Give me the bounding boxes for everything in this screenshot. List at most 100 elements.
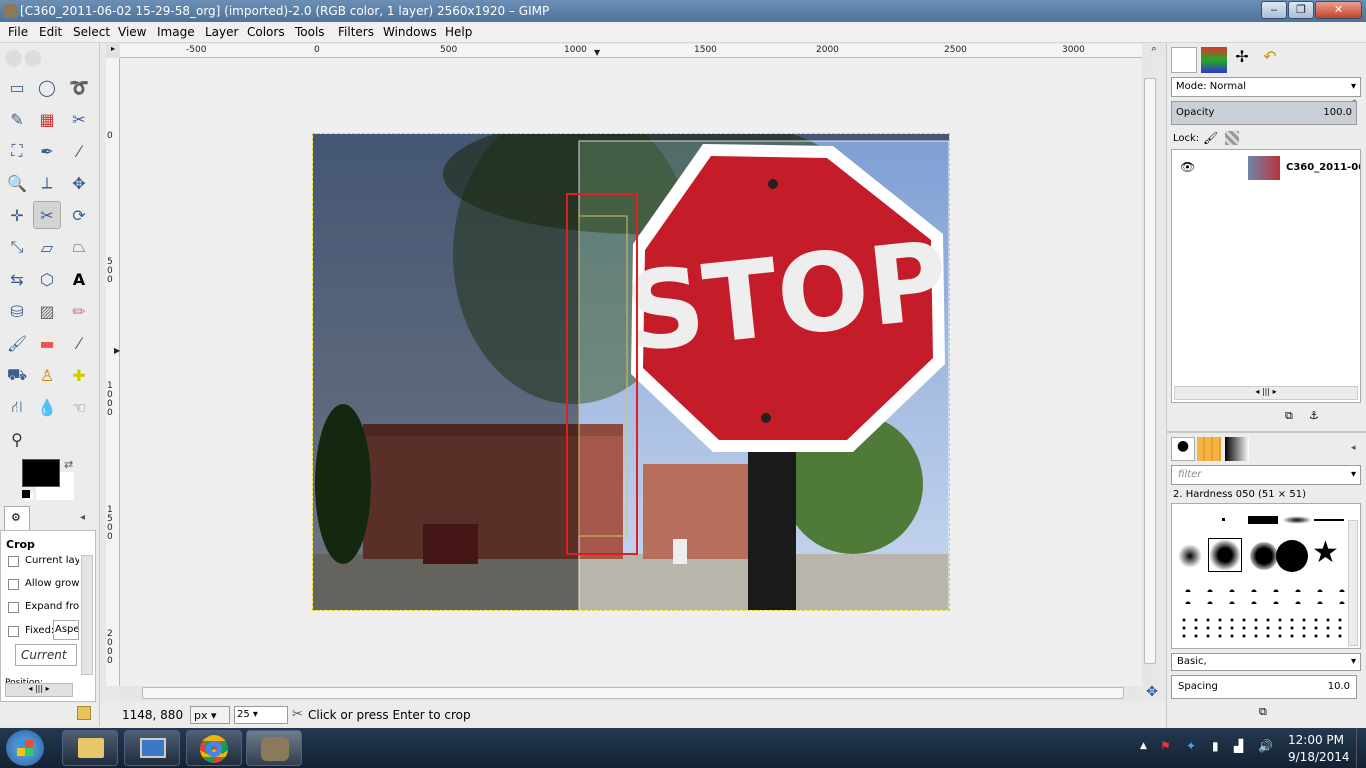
menu-layer[interactable]: Layer: [205, 25, 238, 39]
brush-swatch[interactable]: [1276, 540, 1308, 572]
layer-row[interactable]: 👁 C360_2011-06-(: [1172, 154, 1360, 182]
select-by-color-icon[interactable]: ▦: [33, 105, 61, 133]
pencil-icon[interactable]: ✏: [65, 297, 93, 325]
ellipse-select-icon[interactable]: ◯: [33, 73, 61, 101]
heal-icon[interactable]: ✚: [65, 361, 93, 389]
paths-tab-icon[interactable]: ✢: [1229, 47, 1255, 73]
menu-filters[interactable]: Filters: [338, 25, 374, 39]
clock-date[interactable]: 9/18/2014: [1288, 750, 1350, 764]
allow-growing-checkbox[interactable]: [8, 579, 19, 590]
layer-mode-dropdown[interactable]: Mode: Normal ▾: [1171, 77, 1361, 97]
shear-icon[interactable]: ▱: [33, 233, 61, 261]
battery-icon[interactable]: ▮: [1212, 739, 1219, 753]
anchor-layer-icon[interactable]: ⚓: [1309, 409, 1319, 422]
menu-edit[interactable]: Edit: [39, 25, 62, 39]
airbrush-icon[interactable]: ⁄: [65, 329, 93, 357]
rect-select-icon[interactable]: ▭: [3, 73, 31, 101]
blend-icon[interactable]: ▨: [33, 297, 61, 325]
gradients-tab-icon[interactable]: [1225, 437, 1249, 461]
eraser-icon[interactable]: ▬: [33, 329, 61, 357]
opacity-slider[interactable]: Opacity 100.0: [1171, 101, 1357, 125]
fixed-mode-dropdown[interactable]: Aspe: [53, 620, 79, 640]
scissors-icon[interactable]: ✂: [65, 105, 93, 133]
paintbrush-icon[interactable]: 🖌: [3, 329, 31, 357]
crop-icon[interactable]: ✂: [33, 201, 61, 229]
clock-time[interactable]: 12:00 PM: [1288, 733, 1344, 747]
free-select-icon[interactable]: ➰: [65, 73, 93, 101]
canvas-area[interactable]: STOP: [120, 58, 1142, 686]
swap-colors-icon[interactable]: ⇄: [64, 458, 73, 471]
clone-icon[interactable]: ♙: [33, 361, 61, 389]
brush-swatch[interactable]: [1314, 519, 1344, 521]
reset-options-icon[interactable]: [77, 706, 91, 720]
measure-icon[interactable]: ⟂: [33, 169, 61, 197]
current-layer-checkbox[interactable]: [8, 556, 19, 567]
horizontal-scroll-thumb[interactable]: [142, 687, 1124, 699]
spacing-slider[interactable]: Spacing 10.0: [1171, 675, 1357, 699]
action-center-icon[interactable]: ⚑: [1160, 739, 1171, 753]
quick-mask-corner-icon[interactable]: ▸: [106, 44, 120, 58]
lock-pixels-icon[interactable]: 🖌: [1203, 131, 1218, 145]
brushes-tab-icon[interactable]: ●: [1171, 437, 1195, 461]
scale-icon[interactable]: ⤡: [3, 233, 31, 261]
navigate-image-icon[interactable]: ✥: [1142, 684, 1162, 702]
volume-icon[interactable]: 🔊: [1258, 739, 1273, 753]
panel-menu-icon[interactable]: ◂: [1351, 443, 1356, 453]
brush-swatch[interactable]: [1222, 518, 1225, 521]
maximize-button[interactable]: ❐: [1288, 1, 1314, 19]
explorer-taskbar-button[interactable]: [62, 730, 118, 766]
menu-image[interactable]: Image: [157, 25, 195, 39]
perspective-clone-icon[interactable]: ⛙: [3, 393, 31, 421]
tool-options-scrollbar[interactable]: [81, 555, 93, 675]
fixed-checkbox[interactable]: [8, 626, 19, 637]
show-desktop-button[interactable]: [1356, 728, 1366, 768]
close-button[interactable]: ✕: [1315, 1, 1362, 19]
brush-swatch[interactable]: [1248, 516, 1278, 524]
brush-swatch[interactable]: [1178, 544, 1202, 568]
gimp-taskbar-button[interactable]: [246, 730, 302, 766]
brush-preset-dropdown[interactable]: Basic, ▾: [1171, 653, 1361, 671]
menu-file[interactable]: File: [8, 25, 28, 39]
tool-options-hscroll[interactable]: ◂ ||| ▸: [5, 683, 73, 697]
foreground-color-swatch-front[interactable]: [22, 459, 60, 487]
brush-grid-scrollbar[interactable]: [1348, 520, 1358, 646]
brush-filter-input[interactable]: filter ▾: [1171, 465, 1361, 485]
smudge-icon[interactable]: ☜: [65, 393, 93, 421]
minimize-button[interactable]: ‒: [1261, 1, 1287, 19]
visibility-eye-icon[interactable]: 👁: [1180, 160, 1195, 174]
cage-transform-icon[interactable]: ⬡: [33, 265, 61, 293]
menu-colors[interactable]: Colors: [247, 25, 285, 39]
horizontal-scrollbar[interactable]: [120, 686, 1142, 700]
panel-menu-icon[interactable]: ◂: [80, 512, 85, 523]
vertical-scroll-thumb[interactable]: [1144, 78, 1156, 664]
layers-hscroll[interactable]: ◂ ||| ▸: [1174, 386, 1358, 400]
menu-select[interactable]: Select: [73, 25, 110, 39]
zoom-to-window-icon[interactable]: ⌕: [1142, 44, 1166, 58]
menu-windows[interactable]: Windows: [383, 25, 437, 39]
move-icon[interactable]: ✥: [65, 169, 93, 197]
channels-tab-icon[interactable]: [1201, 47, 1227, 73]
undo-history-tab-icon[interactable]: ↶: [1257, 47, 1283, 73]
bucket-fill-icon[interactable]: ⛁: [3, 297, 31, 325]
star-brush-icon[interactable]: ★: [1312, 538, 1339, 568]
unit-dropdown[interactable]: px ▾: [190, 706, 230, 724]
duplicate-layer-icon[interactable]: ⧉: [1285, 409, 1293, 423]
vertical-scrollbar[interactable]: [1142, 58, 1158, 686]
align-icon[interactable]: ✛: [3, 201, 31, 229]
dodge-burn-icon[interactable]: ⚲: [3, 425, 31, 453]
default-colors-icon[interactable]: [22, 490, 30, 498]
menu-help[interactable]: Help: [445, 25, 472, 39]
aspect-ratio-field[interactable]: Current: [15, 644, 77, 666]
ink-icon[interactable]: ⛟: [3, 361, 31, 389]
brush-swatch-row[interactable]: [1178, 580, 1358, 604]
color-picker-icon[interactable]: ⁄: [65, 137, 93, 165]
flip-icon[interactable]: ⇆: [3, 265, 31, 293]
patterns-tab-icon[interactable]: [1197, 437, 1221, 461]
edit-brush-icon[interactable]: ⧉: [1259, 705, 1267, 719]
zoom-dropdown[interactable]: 25 ▾: [234, 706, 288, 724]
tool-options-tab[interactable]: ⚙: [4, 506, 30, 530]
zoom-icon[interactable]: 🔍: [3, 169, 31, 197]
text-tool-icon[interactable]: A: [65, 265, 93, 293]
brush-swatch[interactable]: [1282, 516, 1312, 524]
expand-from-center-checkbox[interactable]: [8, 602, 19, 613]
